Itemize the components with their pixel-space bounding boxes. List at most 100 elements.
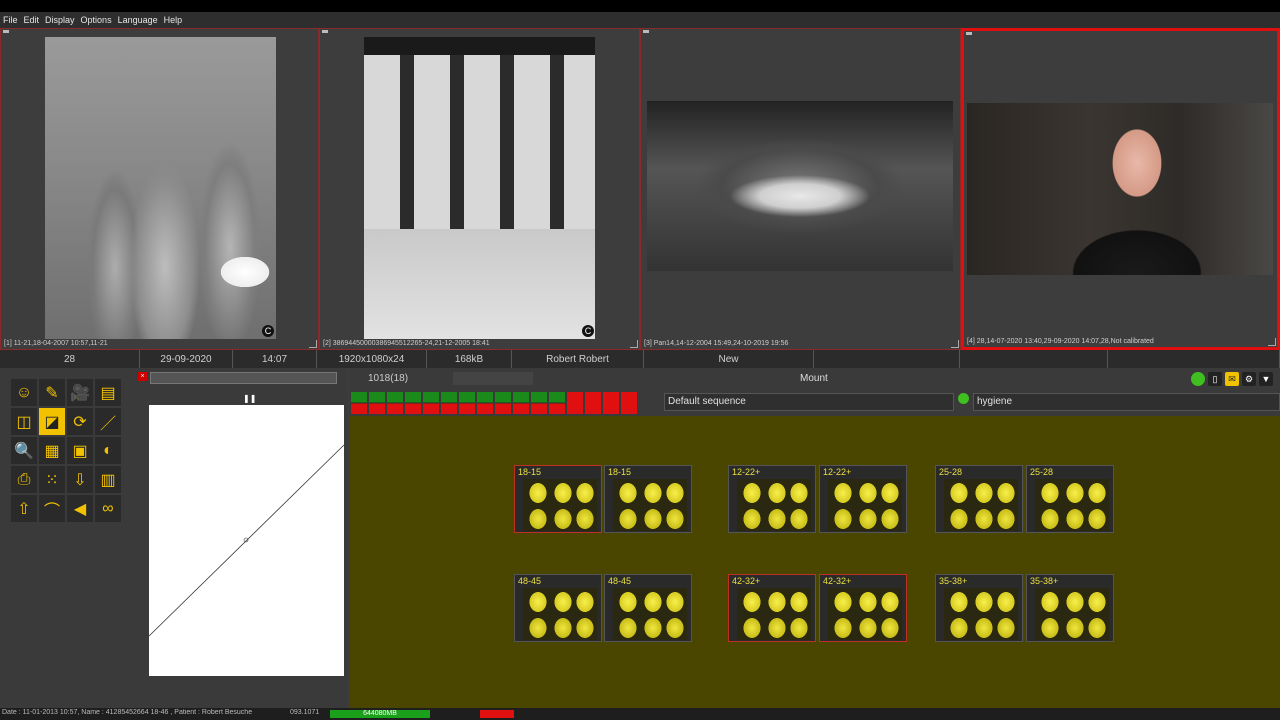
patient-photo[interactable]	[967, 103, 1273, 275]
smiley-icon[interactable]: ☺	[11, 379, 37, 406]
pause-icon[interactable]: ❚❚	[243, 394, 256, 403]
settings-icon[interactable]: ⚙	[1242, 372, 1256, 386]
image-viewers: C [1] 11-21,18-04-2007 10:57,11-21 C [2]…	[0, 28, 1280, 350]
bitewing-image	[828, 479, 902, 531]
mount-thumb[interactable]: 48-45	[604, 574, 692, 642]
field-value: 093.1071	[290, 709, 320, 716]
menu-file[interactable]: File	[3, 15, 18, 25]
refresh-icon[interactable]: ⟳	[67, 408, 93, 435]
measure-icon[interactable]: ◪	[39, 408, 65, 435]
print-icon[interactable]: ⎙	[11, 466, 37, 493]
alert-indicator	[480, 710, 514, 718]
bitewing-image	[944, 479, 1018, 531]
sequence-cell[interactable]	[531, 392, 547, 414]
panoramic-xray-image[interactable]	[647, 101, 953, 271]
bitewing-image	[737, 588, 811, 640]
image-date: 29-09-2020	[140, 350, 233, 368]
resize-handle[interactable]	[1268, 338, 1276, 346]
mount-thumb[interactable]: 35-38+	[1026, 574, 1114, 642]
layout-4-icon[interactable]: ▦	[39, 437, 65, 464]
mount-thumb[interactable]: 42-32+	[728, 574, 816, 642]
menu-edit[interactable]: Edit	[24, 15, 40, 25]
viewer-handle[interactable]	[643, 30, 649, 33]
menu-options[interactable]: Options	[81, 15, 112, 25]
resize-handle[interactable]	[951, 340, 959, 348]
viewer-1[interactable]: C [1] 11-21,18-04-2007 10:57,11-21	[0, 28, 319, 350]
gamma-curve[interactable]	[149, 405, 344, 676]
sequence-cell[interactable]	[441, 392, 457, 414]
mount-thumb[interactable]: 42-32+	[819, 574, 907, 642]
audio-icon[interactable]: ◀	[67, 495, 93, 522]
sequence-select[interactable]: Default sequence	[664, 393, 954, 411]
link-icon[interactable]: ∞	[95, 495, 121, 522]
sequence-cell[interactable]	[585, 392, 601, 414]
resize-handle[interactable]	[309, 340, 317, 348]
pen-icon[interactable]: ✎	[39, 379, 65, 406]
template-select[interactable]: hygiene	[973, 393, 1280, 411]
sequence-cell[interactable]	[405, 392, 421, 414]
menu-display[interactable]: Display	[45, 15, 75, 25]
bitewing-image	[523, 588, 597, 640]
viewer-4[interactable]: [4] 28,14-07-2020 13:40,29-09-2020 14:07…	[961, 28, 1280, 350]
menu-help[interactable]: Help	[164, 15, 183, 25]
import-icon[interactable]: ⇩	[67, 466, 93, 493]
sequence-cell[interactable]	[369, 392, 385, 414]
zoom-icon[interactable]: 🔍	[11, 437, 37, 464]
teeth-icon[interactable]: ◫	[11, 408, 37, 435]
filter-icon[interactable]: ▼	[1259, 372, 1273, 386]
sequence-cell[interactable]	[549, 392, 565, 414]
status-cell	[960, 350, 1108, 368]
sequence-cell[interactable]	[603, 392, 619, 414]
thumb-label: 12-22+	[732, 467, 761, 477]
viewer-handle[interactable]	[966, 32, 972, 35]
image-state: New	[644, 350, 814, 368]
mount-thumb[interactable]: 12-22+	[819, 465, 907, 533]
bitewing-image	[613, 479, 687, 531]
camera-icon[interactable]: 🎥	[67, 379, 93, 406]
export-icon[interactable]: ⇧	[11, 495, 37, 522]
thumb-label: 25-28	[939, 467, 963, 477]
arch-icon[interactable]: ⌒	[39, 495, 65, 522]
mount-thumb[interactable]: 35-38+	[935, 574, 1023, 642]
sequence-cell[interactable]	[351, 392, 367, 414]
save-icon[interactable]: ▣	[67, 437, 93, 464]
mount-thumb[interactable]: 48-45	[514, 574, 602, 642]
mount-thumb[interactable]: 25-28	[1026, 465, 1114, 533]
memory-indicator: 644080MB	[330, 710, 430, 718]
sequence-cell[interactable]	[477, 392, 493, 414]
sequence-cell[interactable]	[513, 392, 529, 414]
contrast-icon[interactable]: ◐	[95, 437, 121, 464]
mail-icon[interactable]: ✉	[1225, 372, 1239, 386]
resize-handle[interactable]	[630, 340, 638, 348]
sequence-cell[interactable]	[495, 392, 511, 414]
viewer-handle[interactable]	[3, 30, 9, 33]
sequence-cell[interactable]	[567, 392, 583, 414]
status-ok-icon[interactable]	[1191, 372, 1205, 386]
sequence-cell[interactable]	[459, 392, 475, 414]
sequence-cell[interactable]	[423, 392, 439, 414]
stack-icon[interactable]: ▤	[95, 379, 121, 406]
viewer-3[interactable]: [3] Pan14,14-12-2004 15:49,24-10-2019 19…	[640, 28, 961, 350]
ruler-icon[interactable]: ／	[95, 408, 121, 435]
status-dot-icon	[958, 393, 969, 404]
close-icon[interactable]: ×	[138, 372, 147, 381]
menu-language[interactable]: Language	[118, 15, 158, 25]
viewer-handle[interactable]	[322, 30, 328, 33]
viewer-caption: [1] 11-21,18-04-2007 10:57,11-21	[4, 340, 108, 347]
mount-thumb[interactable]: 25-28	[935, 465, 1023, 533]
mount-thumb[interactable]: 12-22+	[728, 465, 816, 533]
patient-name: Robert Robert	[512, 350, 644, 368]
record-info: Date : 11-01-2013 10:57, Name : 41285452…	[2, 709, 253, 716]
mount-thumb[interactable]: 18-15	[604, 465, 692, 533]
mount-thumb[interactable]: 18-15	[514, 465, 602, 533]
document-icon[interactable]: ▥	[95, 466, 121, 493]
viewer-2[interactable]: C [2] 38694450000386945512265-24,21-12-2…	[319, 28, 640, 350]
grid-icon[interactable]: ⁙	[39, 466, 65, 493]
device-icon[interactable]: ▯	[1208, 372, 1222, 386]
sequence-cell[interactable]	[387, 392, 403, 414]
sequence-cell[interactable]	[621, 392, 637, 414]
mount-header: 1018(18) Mount ▯ ✉ ⚙ ▼	[350, 368, 1280, 390]
periapical-xray-image[interactable]	[45, 37, 276, 339]
curve-slider[interactable]	[150, 372, 337, 384]
thumb-label: 42-32+	[732, 576, 761, 586]
